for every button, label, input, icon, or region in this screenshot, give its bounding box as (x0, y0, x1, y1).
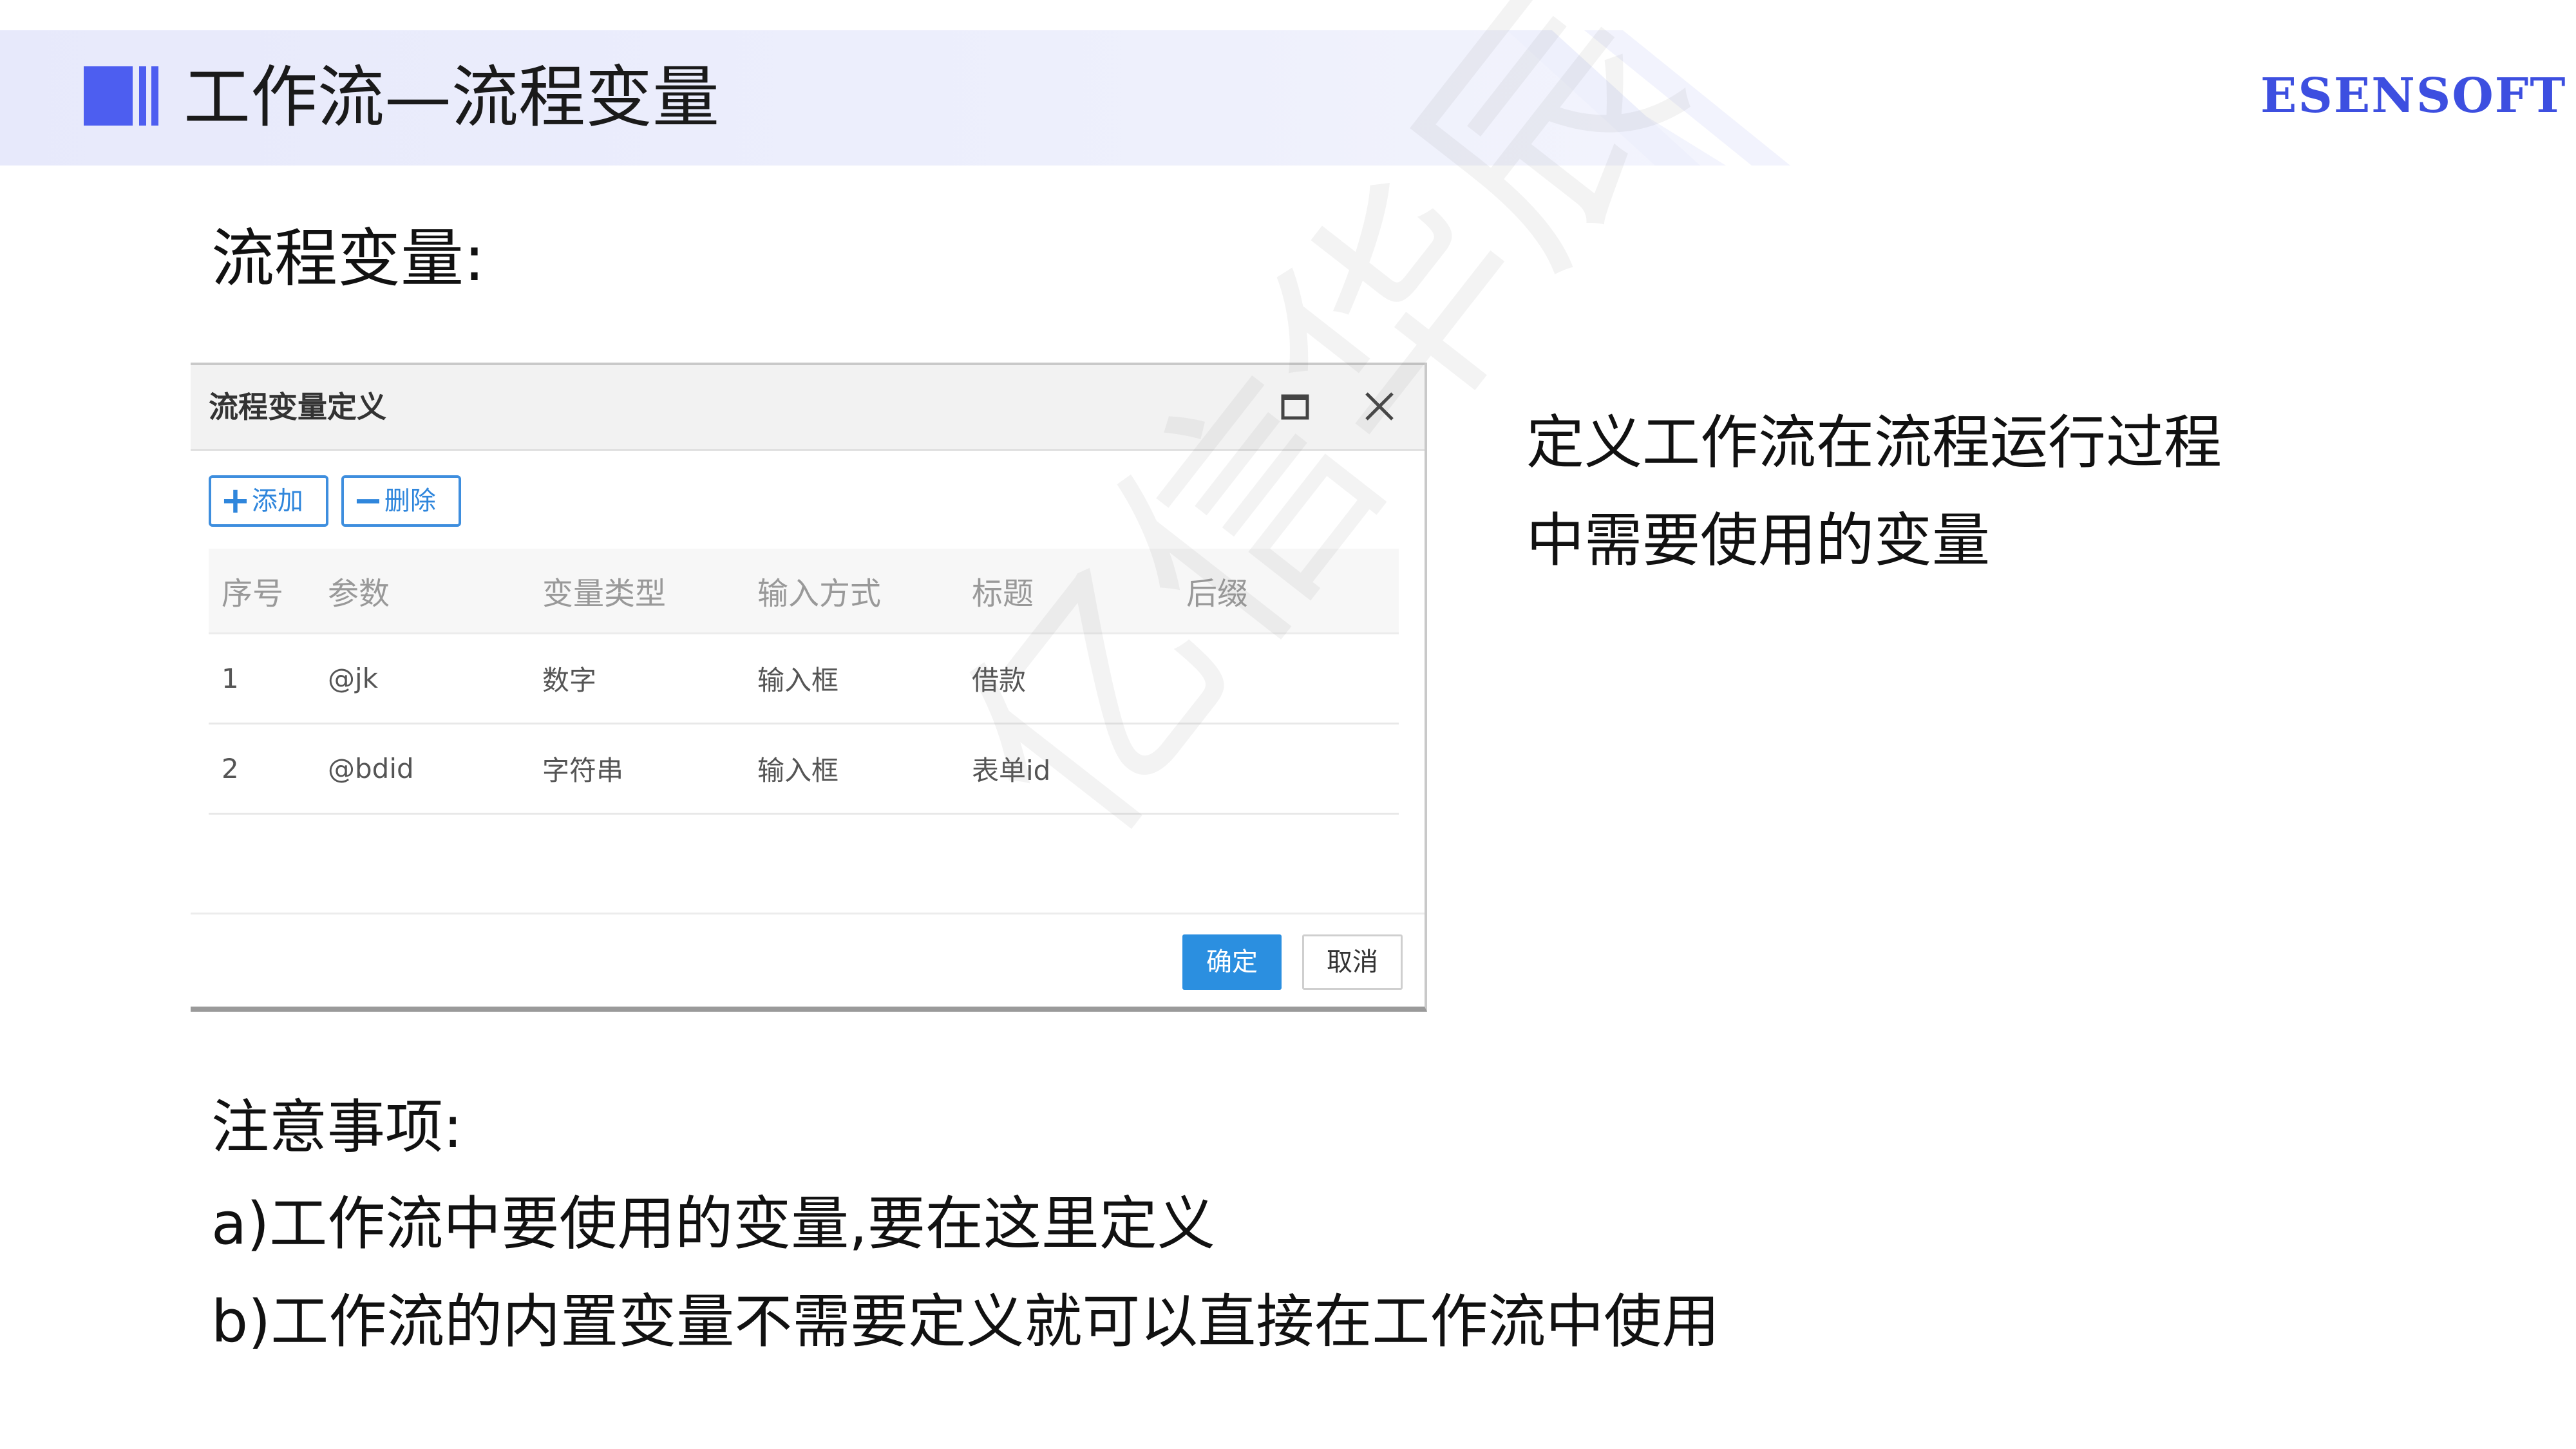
close-icon[interactable] (1361, 388, 1397, 424)
column-header: 序号 (222, 576, 284, 612)
table-row[interactable]: 2 @bdid 字符串 输入框 表单id (209, 724, 1399, 815)
description-line: 定义工作流在流程运行过程 (1526, 409, 2222, 477)
note-item: a)工作流中要使用的变量,要在这里定义 (211, 1190, 1215, 1258)
maximize-icon[interactable] (1279, 391, 1311, 423)
cancel-button[interactable]: 取消 (1302, 934, 1403, 990)
table-row[interactable]: 1 @jk 数字 输入框 借款 (209, 634, 1399, 724)
minus-icon: − (353, 480, 383, 522)
column-header: 后缀 (1186, 576, 1249, 612)
description-line: 中需要使用的变量 (1526, 507, 1990, 574)
note-item: b)工作流的内置变量不需要定义就可以直接在工作流中使用 (211, 1288, 1720, 1356)
column-header: 参数 (328, 576, 390, 612)
table-cell: 输入框 (757, 665, 839, 696)
notes-heading: 注意事项: (211, 1094, 463, 1161)
column-header: 标题 (972, 576, 1034, 612)
table-cell: 输入框 (757, 755, 839, 786)
delete-button-label: 删除 (384, 486, 436, 516)
plus-icon: + (220, 480, 251, 522)
variable-definition-dialog: 流程变量定义 +添加 −删除 序号 参数 变量类型 输入方式 标题 后缀 1 @… (191, 363, 1427, 1012)
table-header: 序号 参数 变量类型 输入方式 标题 后缀 (209, 549, 1399, 634)
title-marker-icon (84, 66, 161, 126)
section-heading: 流程变量: (211, 222, 486, 296)
delete-button[interactable]: −删除 (341, 475, 461, 527)
table-cell: 2 (222, 753, 239, 784)
table-cell: 字符串 (542, 755, 624, 786)
confirm-button[interactable]: 确定 (1182, 934, 1282, 990)
table-cell: 借款 (972, 665, 1027, 696)
table-cell: @bdid (328, 753, 414, 784)
column-header: 变量类型 (542, 576, 667, 612)
brand-logo: ESENSOFT (2260, 68, 2567, 124)
dialog-titlebar: 流程变量定义 (191, 365, 1425, 451)
dialog-title: 流程变量定义 (209, 390, 386, 424)
table-cell: 数字 (542, 665, 597, 696)
table-cell: 1 (222, 663, 239, 694)
add-button-label: 添加 (251, 486, 303, 516)
variables-table: 序号 参数 变量类型 输入方式 标题 后缀 1 @jk 数字 输入框 借款 2 … (209, 549, 1399, 815)
description-text: 定义工作流在流程运行过程 中需要使用的变量 (1526, 394, 2267, 590)
add-button[interactable]: +添加 (209, 475, 328, 527)
column-header: 输入方式 (757, 576, 882, 612)
divider (191, 913, 1425, 914)
table-cell: @jk (328, 663, 378, 694)
page-title: 工作流—流程变量 (184, 58, 720, 137)
table-cell: 表单id (972, 755, 1051, 786)
